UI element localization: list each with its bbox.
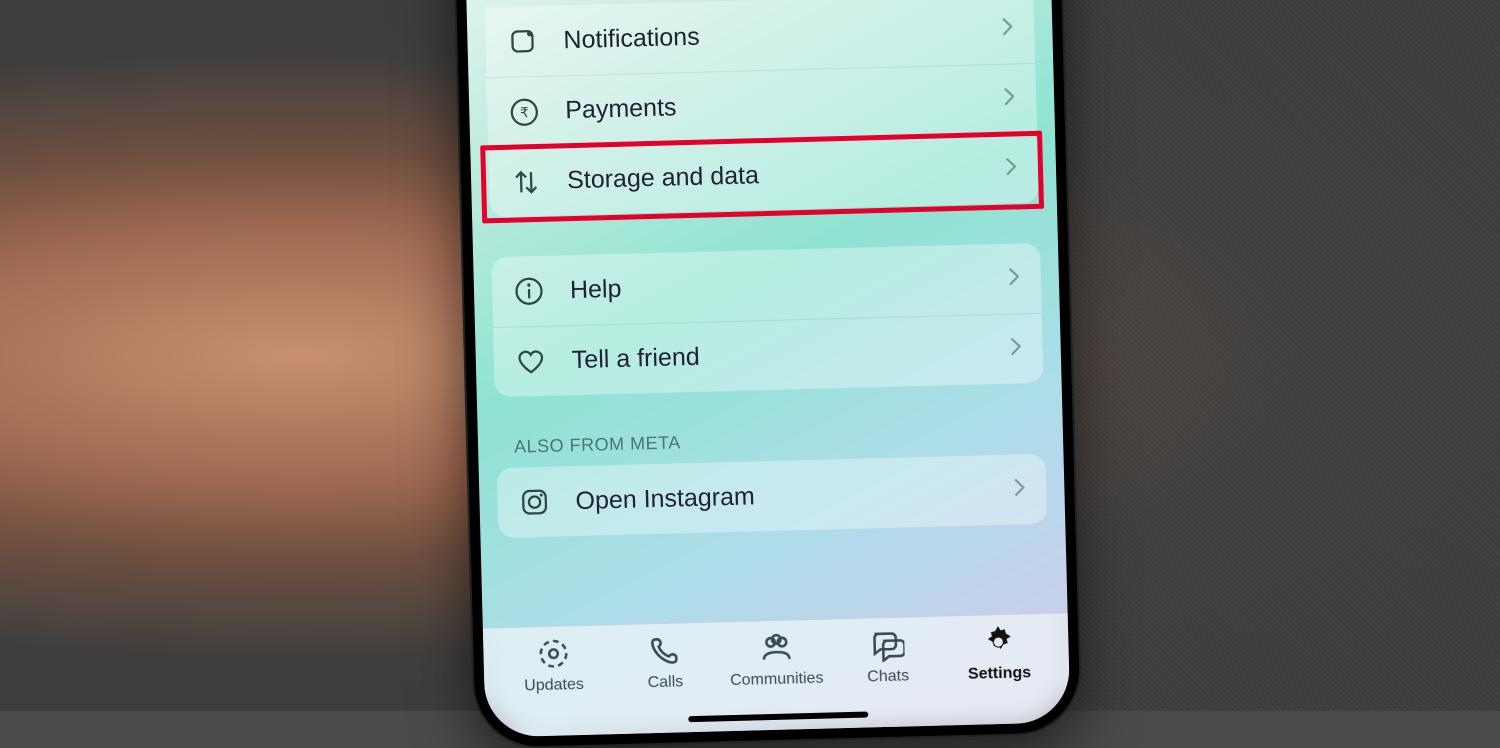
settings-icon <box>981 625 1016 660</box>
notifications-icon <box>507 26 538 57</box>
chevron-right-icon <box>1009 267 1022 290</box>
chevron-right-icon <box>1004 87 1017 110</box>
row-open-instagram[interactable]: Open Instagram <box>497 454 1048 538</box>
settings-group-help: Help Tell a friend <box>491 243 1043 397</box>
chevron-right-icon <box>1010 337 1023 360</box>
chats-icon <box>870 628 905 663</box>
instagram-icon <box>519 487 550 518</box>
storage-icon <box>511 166 542 197</box>
phone-frame: Notifications ₹ Payments <box>454 0 1081 748</box>
row-label: Notifications <box>563 14 1003 54</box>
row-label: Payments <box>565 85 1005 125</box>
updates-icon <box>536 636 571 671</box>
communities-icon <box>759 630 794 665</box>
tab-label: Chats <box>867 667 909 686</box>
tab-updates[interactable]: Updates <box>497 635 610 696</box>
tab-calls[interactable]: Calls <box>608 632 721 693</box>
tab-label: Communities <box>730 670 824 690</box>
payments-icon: ₹ <box>509 96 540 127</box>
heart-icon <box>515 346 546 377</box>
settings-group-general: Notifications ₹ Payments <box>485 0 1039 217</box>
row-label: Open Instagram <box>575 475 1015 515</box>
chevron-right-icon <box>1002 17 1015 40</box>
settings-group-meta: Open Instagram <box>497 454 1048 538</box>
row-label: Storage and data <box>567 155 1007 195</box>
row-label: Tell a friend <box>571 335 1011 375</box>
help-icon <box>514 276 545 307</box>
tab-settings[interactable]: Settings <box>943 624 1056 685</box>
chevron-right-icon <box>1006 157 1019 180</box>
tab-chats[interactable]: Chats <box>831 627 944 688</box>
phone-screen: Notifications ₹ Payments <box>464 0 1070 738</box>
chevron-right-icon <box>1014 478 1027 501</box>
row-label: Help <box>570 264 1010 304</box>
tab-communities[interactable]: Communities <box>720 629 833 690</box>
calls-icon <box>647 633 682 668</box>
svg-text:₹: ₹ <box>520 105 529 120</box>
row-storage-and-data[interactable]: Storage and data <box>488 133 1039 217</box>
tab-label: Settings <box>968 664 1032 684</box>
section-header-meta: ALSO FROM META <box>514 423 1027 457</box>
row-tell-a-friend[interactable]: Tell a friend <box>493 313 1044 397</box>
tab-label: Calls <box>647 673 683 692</box>
tab-label: Updates <box>524 676 584 696</box>
